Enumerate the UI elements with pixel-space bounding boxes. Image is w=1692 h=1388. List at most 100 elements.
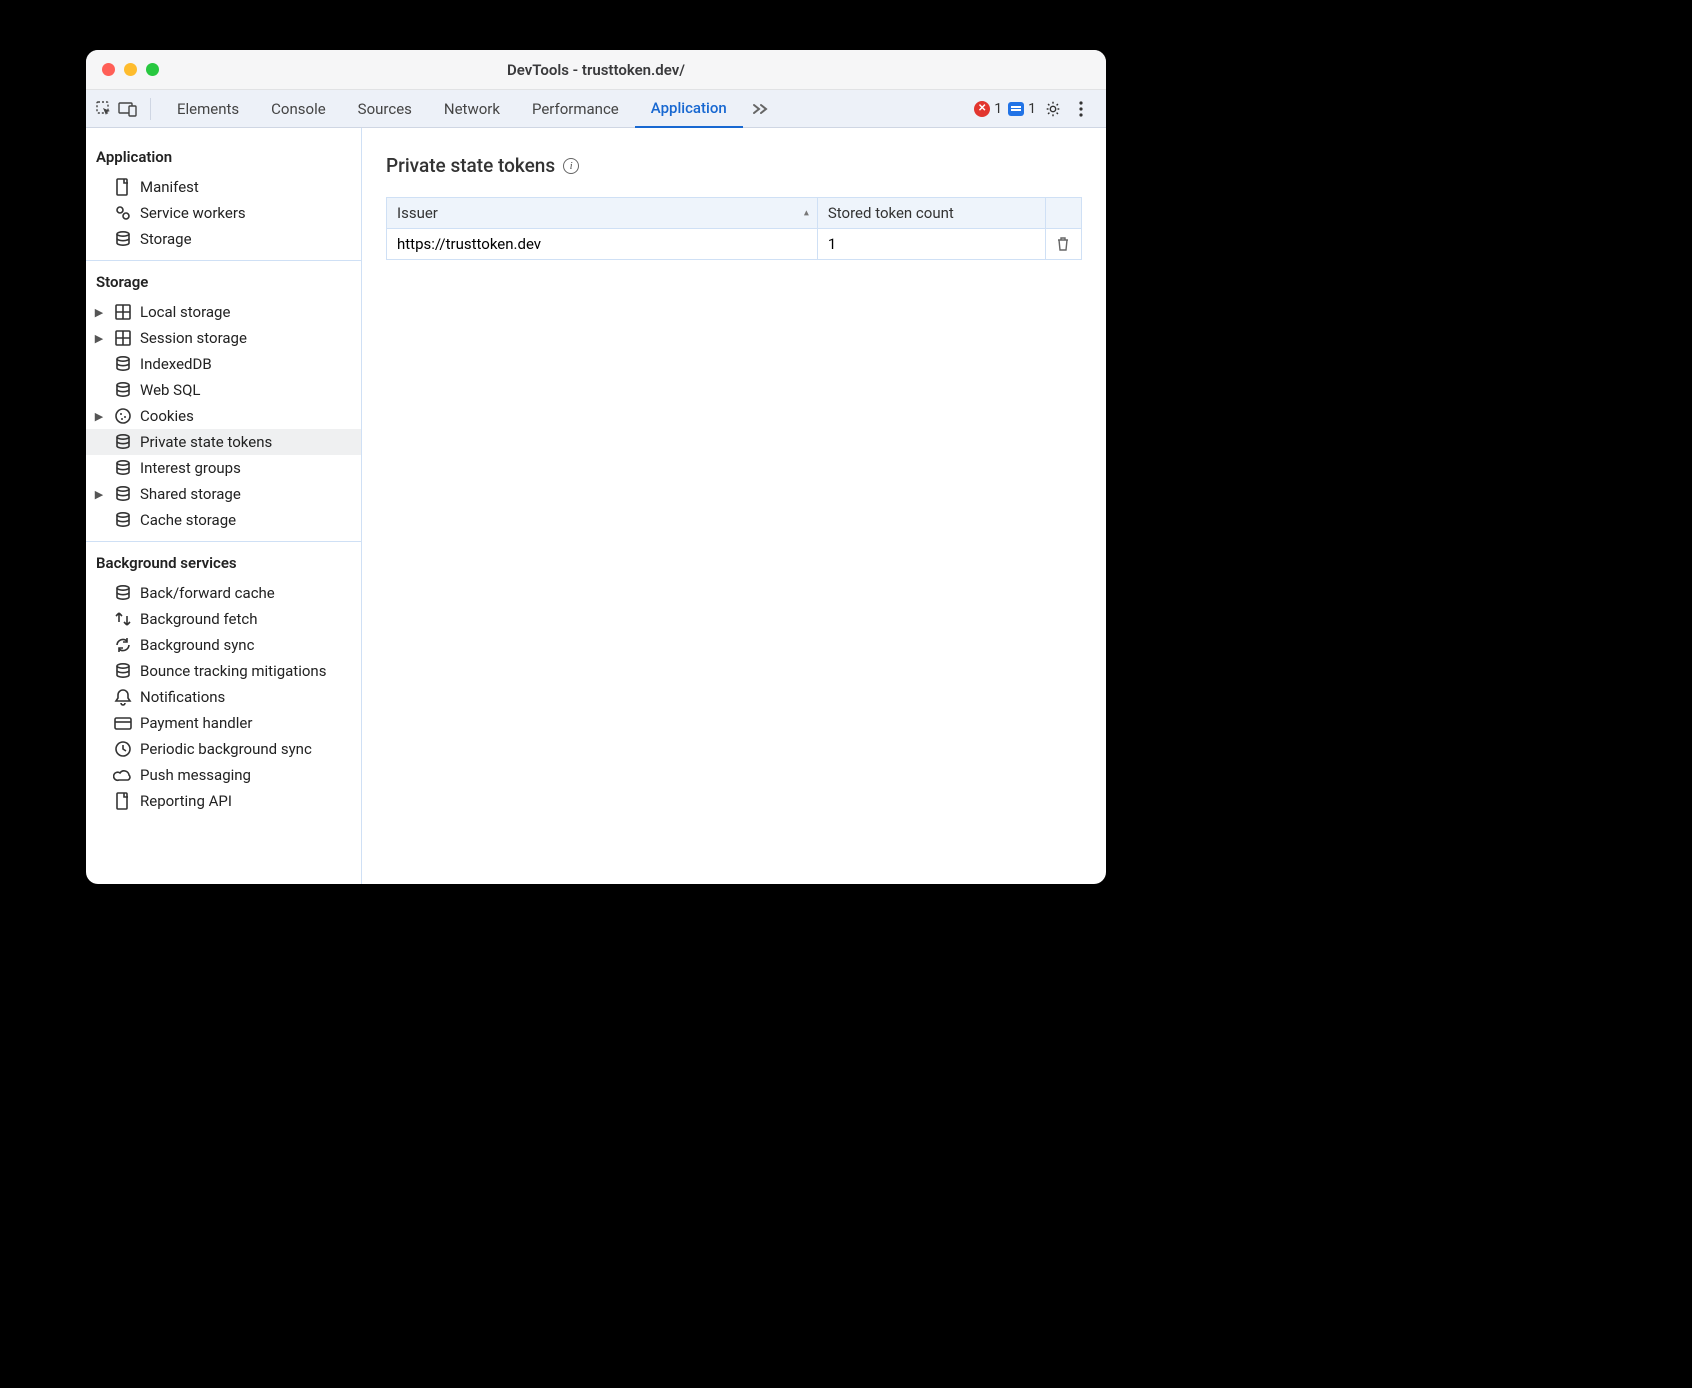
expand-arrow-icon[interactable]: ▶ <box>92 410 106 423</box>
sort-asc-icon: ▴ <box>804 208 809 219</box>
db-icon <box>113 484 133 504</box>
sidebar-item-session-storage[interactable]: ▶ Session storage <box>86 325 361 351</box>
device-toolbar-icon[interactable] <box>116 97 140 121</box>
sidebar-item-label: Service workers <box>140 204 246 222</box>
sidebar-item-label: Web SQL <box>140 381 200 399</box>
main-pane: Private state tokens i Issuer ▴ Stored t… <box>362 128 1106 884</box>
delete-row-button[interactable] <box>1046 229 1082 260</box>
sidebar-item-label: Storage <box>140 230 192 248</box>
sidebar-item-label: Push messaging <box>140 766 251 784</box>
tab-sources[interactable]: Sources <box>342 90 428 127</box>
sidebar-section-storage: Storage <box>86 261 361 299</box>
settings-gear-icon[interactable] <box>1042 98 1064 120</box>
sidebar-item-label: Shared storage <box>140 485 241 503</box>
cell-issuer: https://trusttoken.dev <box>387 229 818 260</box>
more-options-icon[interactable] <box>1070 98 1092 120</box>
pane-heading: Private state tokens i <box>386 154 1082 177</box>
sidebar-item-web-sql[interactable]: ▶Web SQL <box>86 377 361 403</box>
db-icon <box>113 510 133 530</box>
inspect-element-icon[interactable] <box>92 97 116 121</box>
zoom-window-button[interactable] <box>146 63 159 76</box>
sidebar-item-background-sync[interactable]: ▶Background sync <box>86 632 361 658</box>
sidebar-section-background-services: Background services <box>86 542 361 580</box>
sidebar-item-cache-storage[interactable]: ▶Cache storage <box>86 507 361 533</box>
tab-network[interactable]: Network <box>428 90 516 127</box>
devtools-window: DevTools - trusttoken.dev/ Elements Cons… <box>86 50 1106 884</box>
sidebar-item-shared-storage[interactable]: ▶ Shared storage <box>86 481 361 507</box>
pane-heading-text: Private state tokens <box>386 154 555 177</box>
sync-icon <box>113 635 133 655</box>
file-icon <box>113 791 133 811</box>
more-tabs-chevron-icon[interactable] <box>749 97 773 121</box>
sidebar-item-label: Manifest <box>140 178 199 196</box>
tokens-table: Issuer ▴ Stored token count https://trus… <box>386 197 1082 260</box>
file-icon <box>113 177 133 197</box>
sidebar-item-label: Periodic background sync <box>140 740 312 758</box>
sidebar-item-periodic-background-sync[interactable]: ▶Periodic background sync <box>86 736 361 762</box>
trash-icon <box>1056 236 1070 252</box>
expand-arrow-icon[interactable]: ▶ <box>92 332 106 345</box>
db-icon <box>113 458 133 478</box>
cell-count: 1 <box>817 229 1045 260</box>
issue-icon <box>1008 102 1024 116</box>
sidebar-item-manifest[interactable]: ▶Manifest <box>86 174 361 200</box>
tab-elements[interactable]: Elements <box>161 90 255 127</box>
devtools-toolbar: Elements Console Sources Network Perform… <box>86 90 1106 128</box>
error-count: 1 <box>994 101 1002 117</box>
close-window-button[interactable] <box>102 63 115 76</box>
sidebar-section-application: Application <box>86 128 361 174</box>
sidebar-item-push-messaging[interactable]: ▶Push messaging <box>86 762 361 788</box>
sidebar-item-label: IndexedDB <box>140 355 212 373</box>
expand-arrow-icon[interactable]: ▶ <box>92 488 106 501</box>
sidebar-item-label: Reporting API <box>140 792 232 810</box>
tab-performance[interactable]: Performance <box>516 90 635 127</box>
window-controls <box>86 63 159 76</box>
sidebar-item-background-fetch[interactable]: ▶Background fetch <box>86 606 361 632</box>
db-icon <box>113 380 133 400</box>
sidebar-item-label: Private state tokens <box>140 433 272 451</box>
sidebar-item-label: Bounce tracking mitigations <box>140 662 326 680</box>
info-icon[interactable]: i <box>563 158 579 174</box>
error-icon <box>974 101 990 117</box>
sidebar-item-notifications[interactable]: ▶Notifications <box>86 684 361 710</box>
sidebar-item-local-storage[interactable]: ▶ Local storage <box>86 299 361 325</box>
panel-tabs: Elements Console Sources Network Perform… <box>161 90 773 127</box>
table-row[interactable]: https://trusttoken.dev1 <box>387 229 1082 260</box>
sidebar-item-back-forward-cache[interactable]: ▶Back/forward cache <box>86 580 361 606</box>
application-sidebar: Application▶Manifest▶Service workers▶Sto… <box>86 128 362 884</box>
sidebar-item-cookies[interactable]: ▶ Cookies <box>86 403 361 429</box>
sidebar-item-label: Background sync <box>140 636 254 654</box>
sidebar-item-label: Notifications <box>140 688 225 706</box>
expand-arrow-icon[interactable]: ▶ <box>92 306 106 319</box>
sidebar-item-label: Local storage <box>140 303 230 321</box>
bell-icon <box>113 687 133 707</box>
sidebar-item-label: Interest groups <box>140 459 241 477</box>
error-count-badge[interactable]: 1 <box>974 101 1002 117</box>
sidebar-item-indexeddb[interactable]: ▶IndexedDB <box>86 351 361 377</box>
db-icon <box>113 229 133 249</box>
sidebar-item-reporting-api[interactable]: ▶Reporting API <box>86 788 361 814</box>
window-title: DevTools - trusttoken.dev/ <box>86 61 1106 79</box>
issue-count-badge[interactable]: 1 <box>1008 101 1036 117</box>
col-issuer[interactable]: Issuer ▴ <box>387 198 818 229</box>
sidebar-item-service-workers[interactable]: ▶Service workers <box>86 200 361 226</box>
cloud-icon <box>113 765 133 785</box>
sidebar-item-label: Cookies <box>140 407 194 425</box>
sidebar-item-label: Cache storage <box>140 511 236 529</box>
tab-application[interactable]: Application <box>635 91 743 128</box>
gears-icon <box>113 203 133 223</box>
grid-icon <box>113 302 133 322</box>
sidebar-item-payment-handler[interactable]: ▶Payment handler <box>86 710 361 736</box>
sidebar-item-interest-groups[interactable]: ▶Interest groups <box>86 455 361 481</box>
transfer-icon <box>113 609 133 629</box>
sidebar-item-label: Session storage <box>140 329 247 347</box>
grid-icon <box>113 328 133 348</box>
col-stored-count[interactable]: Stored token count <box>817 198 1045 229</box>
sidebar-item-private-state-tokens[interactable]: ▶Private state tokens <box>86 429 361 455</box>
card-icon <box>113 713 133 733</box>
sidebar-item-storage[interactable]: ▶Storage <box>86 226 361 252</box>
minimize-window-button[interactable] <box>124 63 137 76</box>
db-icon <box>113 661 133 681</box>
tab-console[interactable]: Console <box>255 90 342 127</box>
sidebar-item-bounce-tracking-mitigations[interactable]: ▶Bounce tracking mitigations <box>86 658 361 684</box>
